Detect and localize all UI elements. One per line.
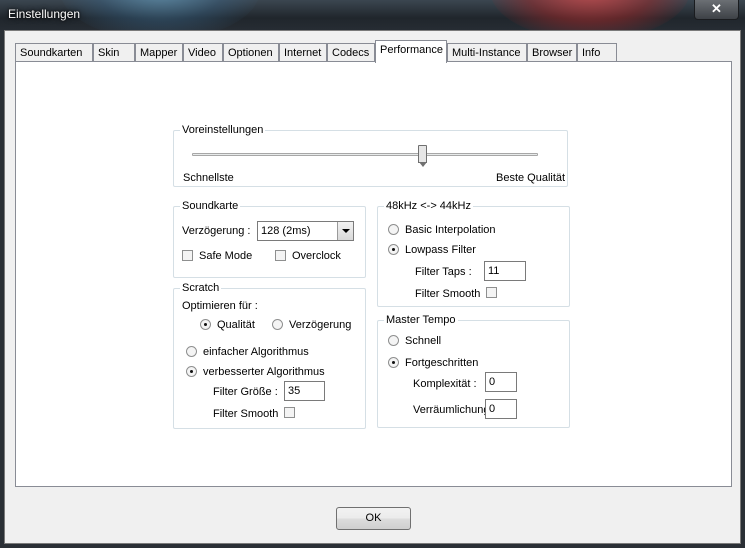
delay-label: Verzögerung: [289, 319, 352, 331]
safe-mode-checkbox[interactable]: [182, 250, 193, 261]
tab-internet[interactable]: Internet: [279, 43, 327, 62]
resample-filter-smooth-checkbox[interactable]: [486, 287, 497, 298]
tab-info[interactable]: Info: [577, 43, 617, 62]
fast-radio[interactable]: [388, 335, 399, 346]
filter-taps-input[interactable]: 11: [484, 261, 526, 281]
soundcard-group-title: Soundkarte: [180, 199, 241, 213]
radio-selected-dot: [392, 248, 395, 251]
basic-interpolation-label: Basic Interpolation: [405, 224, 496, 236]
advanced-label: Fortgeschritten: [405, 357, 479, 369]
tab-optionen[interactable]: Optionen: [223, 43, 279, 62]
tab-performance[interactable]: Performance: [375, 40, 447, 63]
title-bar: Einstellungen ✕: [0, 0, 745, 30]
scratch-group: Scratch Optimieren für : Qualität Verzög…: [173, 281, 366, 429]
scratch-group-title: Scratch: [180, 281, 222, 295]
latency-label: Verzögerung :: [182, 225, 251, 237]
filter-size-label: Filter Größe :: [213, 386, 278, 398]
soundcard-group: Soundkarte Verzögerung : 128 (2ms) Safe …: [173, 199, 366, 278]
scratch-filter-smooth-checkbox[interactable]: [284, 407, 295, 418]
window-title: Einstellungen: [8, 7, 81, 21]
tab-strip: Soundkarten Skin Mapper Video Optionen I…: [15, 40, 735, 63]
titlebar-background-glow: [60, 0, 260, 30]
advanced-radio[interactable]: [388, 357, 399, 368]
settings-dialog: Soundkarten Skin Mapper Video Optionen I…: [4, 30, 741, 544]
resample-group: 48kHz <-> 44kHz Basic Interpolation Lowp…: [377, 199, 570, 307]
complexity-label: Komplexität :: [413, 378, 477, 390]
safe-mode-label: Safe Mode: [199, 250, 253, 262]
tab-video[interactable]: Video: [183, 43, 223, 62]
scratch-filter-smooth-label: Filter Smooth: [213, 408, 279, 420]
latency-dropdown[interactable]: 128 (2ms): [257, 221, 354, 241]
radio-selected-dot: [204, 323, 207, 326]
quality-radio[interactable]: [200, 319, 211, 330]
radio-selected-dot: [190, 370, 193, 373]
preset-fastest-label: Schnellste: [183, 172, 234, 184]
tab-mapper[interactable]: Mapper: [135, 43, 183, 62]
filter-size-input[interactable]: 35: [284, 381, 325, 401]
master-tempo-group-title: Master Tempo: [384, 313, 458, 327]
basic-interpolation-radio[interactable]: [388, 224, 399, 235]
optimize-for-label: Optimieren für :: [182, 300, 258, 312]
presets-group-title: Voreinstellungen: [180, 123, 266, 137]
resample-group-title: 48kHz <-> 44kHz: [384, 199, 473, 213]
simple-algorithm-radio[interactable]: [186, 346, 197, 357]
overclock-checkbox[interactable]: [275, 250, 286, 261]
filter-taps-label: Filter Taps :: [415, 266, 472, 278]
performance-panel: Voreinstellungen Schnellste Beste Qualit…: [15, 61, 732, 487]
spatial-input[interactable]: 0: [485, 399, 517, 419]
tab-codecs[interactable]: Codecs: [327, 43, 375, 62]
presets-group: Voreinstellungen Schnellste Beste Qualit…: [173, 123, 568, 187]
ok-button[interactable]: OK: [336, 507, 411, 530]
titlebar-background-glow: [490, 0, 690, 30]
spatial-label: Verräumlichung: [413, 404, 485, 416]
simple-algorithm-label: einfacher Algorithmus: [203, 346, 309, 358]
preset-slider-thumb[interactable]: [418, 145, 427, 167]
lowpass-filter-radio[interactable]: [388, 244, 399, 255]
radio-selected-dot: [392, 361, 395, 364]
improved-algorithm-radio[interactable]: [186, 366, 197, 377]
tab-skin[interactable]: Skin: [93, 43, 135, 62]
master-tempo-group: Master Tempo Schnell Fortgeschritten Kom…: [377, 313, 570, 428]
tab-browser[interactable]: Browser: [527, 43, 577, 62]
chevron-down-icon[interactable]: [337, 222, 353, 240]
preset-best-quality-label: Beste Qualität: [496, 172, 566, 184]
improved-algorithm-label: verbesserter Algorithmus: [203, 366, 325, 378]
complexity-input[interactable]: 0: [485, 372, 517, 392]
delay-radio[interactable]: [272, 319, 283, 330]
latency-dropdown-value: 128 (2ms): [261, 225, 311, 237]
fast-label: Schnell: [405, 335, 442, 347]
preset-slider-track[interactable]: [192, 153, 538, 156]
resample-filter-smooth-label: Filter Smooth: [415, 288, 481, 300]
close-button[interactable]: ✕: [694, 0, 739, 20]
lowpass-filter-label: Lowpass Filter: [405, 244, 476, 256]
tab-multi-instance[interactable]: Multi-Instance: [447, 43, 527, 62]
quality-label: Qualität: [217, 319, 255, 331]
overclock-label: Overclock: [292, 250, 341, 262]
tab-soundkarten[interactable]: Soundkarten: [15, 43, 93, 62]
